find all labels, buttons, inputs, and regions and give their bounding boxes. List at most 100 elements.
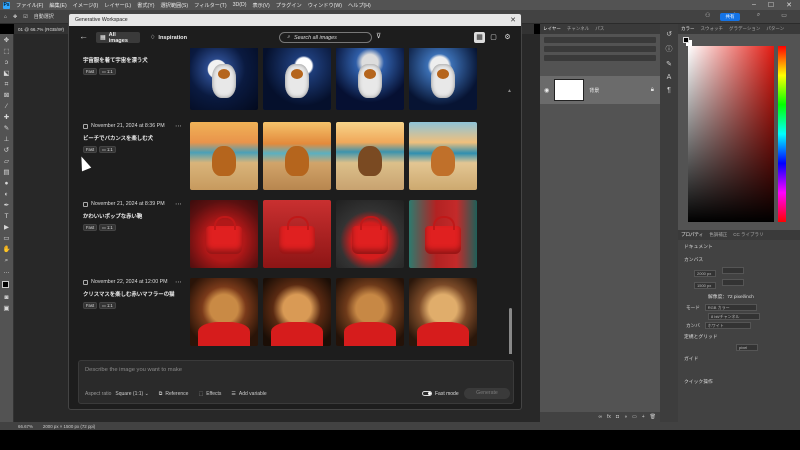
search-app-icon[interactable]: ⌕ (757, 12, 760, 19)
tab-adjustments[interactable]: 色調補正 (709, 232, 727, 238)
color-swatches[interactable] (1, 281, 12, 291)
menu-3d[interactable]: 3D(D) (233, 2, 247, 8)
generated-image[interactable] (190, 122, 258, 190)
crop-icon[interactable]: ⌗ (3, 81, 11, 89)
type-icon[interactable]: T (3, 213, 11, 221)
more-options-icon[interactable]: ⋯ (175, 278, 182, 286)
generated-image[interactable] (336, 48, 404, 110)
prompt-box[interactable]: Describe the image you want to make Aspe… (78, 360, 514, 404)
zoom-level[interactable]: 66.67% (18, 424, 33, 429)
prompt-input[interactable]: Describe the image you want to make (85, 367, 182, 373)
grid-view-icon[interactable]: ▦ (474, 32, 485, 43)
tab-swatches[interactable]: スウォッチ (701, 26, 724, 32)
generated-image[interactable] (190, 278, 258, 346)
canvas-bg-select[interactable]: ホワイト (704, 322, 751, 329)
path-select-icon[interactable]: ▶ (3, 224, 11, 232)
generated-image[interactable] (336, 278, 404, 346)
link-icon[interactable]: ∞ (598, 414, 602, 420)
move-icon[interactable]: ✥ (3, 37, 11, 45)
more-options-icon[interactable]: ⋯ (175, 200, 182, 208)
menu-file[interactable]: ファイル(F) (16, 2, 43, 9)
tab-libraries[interactable]: CC ライブラリ (733, 232, 763, 238)
healing-icon[interactable]: ✚ (3, 114, 11, 122)
mask-icon[interactable]: ◘ (616, 414, 619, 420)
close-window-icon[interactable]: ✕ (786, 1, 792, 9)
gradient-icon[interactable]: ▤ (3, 169, 11, 177)
generated-image[interactable] (336, 122, 404, 190)
generated-image[interactable] (409, 48, 477, 110)
menu-type[interactable]: 書式(Y) (137, 2, 154, 9)
add-variable-button[interactable]: ☰ Add variable (231, 391, 266, 397)
generated-image[interactable] (190, 48, 258, 110)
lasso-icon[interactable]: ↄ (3, 59, 11, 67)
pen-icon[interactable]: ✒ (3, 202, 11, 210)
menu-edit[interactable]: 編集(E) (49, 2, 66, 9)
height-field[interactable]: 1500 px (694, 282, 716, 289)
generated-image[interactable] (409, 122, 477, 190)
tab-layers[interactable]: レイヤー (543, 26, 561, 32)
tab-paths[interactable]: パス (595, 26, 604, 32)
eyedropper-icon[interactable]: ⁄ (3, 103, 11, 111)
layer-filter-row[interactable] (544, 37, 656, 43)
mode-select[interactable]: RGB カラー (704, 304, 757, 311)
tab-channels[interactable]: チャンネル (567, 26, 589, 32)
adjustment-icon[interactable]: ◑ (624, 414, 627, 420)
generated-image[interactable] (336, 200, 404, 268)
generated-image[interactable] (190, 200, 258, 268)
unit-select[interactable]: pixel (736, 344, 758, 351)
x-field[interactable] (721, 267, 744, 274)
zoom-icon[interactable]: ⌕ (3, 257, 11, 265)
generated-image[interactable] (263, 278, 331, 346)
minimize-icon[interactable]: – (752, 1, 756, 9)
select-checkbox[interactable] (83, 201, 88, 207)
color-field[interactable] (688, 46, 774, 222)
workspace-icon[interactable]: ▭ (781, 12, 787, 19)
visibility-eye-icon[interactable]: ◉ (544, 87, 549, 94)
blur-icon[interactable]: ● (3, 180, 11, 188)
info-panel-icon[interactable]: ⓘ (666, 44, 673, 54)
share-people-icon[interactable]: ⚇ (705, 12, 710, 19)
more-options-icon[interactable]: ⋯ (175, 122, 182, 130)
back-arrow-icon[interactable]: ← (79, 31, 88, 41)
auto-select-checkbox-icon[interactable]: ☑ (23, 14, 27, 20)
new-layer-icon[interactable]: + (642, 414, 645, 420)
history-scrollbar[interactable] (509, 308, 512, 354)
guides-section[interactable]: ガイド (678, 352, 800, 365)
blend-mode-row[interactable] (544, 46, 656, 52)
brush-panel-icon[interactable]: ✎ (666, 60, 672, 68)
share-button[interactable]: 共有 (720, 13, 740, 21)
select-checkbox[interactable] (83, 123, 88, 129)
menu-window[interactable]: ウィンドウ(W) (308, 2, 342, 9)
layer-background[interactable]: ◉ 背景 🔒︎ (540, 76, 660, 104)
fx-icon[interactable]: fx (607, 414, 611, 420)
foreground-color[interactable] (1, 281, 9, 288)
dodge-icon[interactable]: ◐ (3, 191, 11, 199)
quick-actions-section[interactable]: クイック操作 (678, 375, 800, 388)
fast-mode-toggle[interactable] (422, 391, 432, 396)
generated-image[interactable] (409, 278, 477, 346)
shape-icon[interactable]: ▭ (3, 235, 11, 243)
tab-inspiration[interactable]: ♢ Inspiration (146, 32, 194, 43)
eraser-icon[interactable]: ▱ (3, 158, 11, 166)
generated-image[interactable] (409, 200, 477, 268)
settings-gear-icon[interactable]: ⚙ (502, 32, 513, 43)
generated-image[interactable] (263, 48, 331, 110)
depth-select[interactable]: 8 bit/チャンネル (708, 313, 760, 320)
hue-slider[interactable] (778, 46, 786, 222)
object-select-icon[interactable]: ⬕ (3, 70, 11, 78)
tab-patterns[interactable]: パターン (766, 26, 784, 32)
menu-view[interactable]: 表示(V) (252, 2, 269, 9)
char-panel-icon[interactable]: A (667, 74, 672, 81)
move-tool-icon[interactable]: ✥ (13, 14, 17, 20)
tab-gradients[interactable]: グラデーション (729, 26, 760, 32)
history-panel-icon[interactable]: ↺ (666, 30, 672, 38)
stamp-icon[interactable]: ⊥ (3, 136, 11, 144)
home-icon[interactable]: ⌂ (4, 14, 7, 20)
reference-button[interactable]: ⧉ Reference (159, 391, 189, 397)
menu-help[interactable]: ヘルプ(H) (348, 2, 371, 9)
select-checkbox[interactable] (83, 279, 88, 285)
close-icon[interactable]: ✕ (510, 16, 516, 24)
y-field[interactable] (721, 279, 744, 286)
generate-button[interactable]: Generate (464, 388, 510, 399)
brush-icon[interactable]: ✎ (3, 125, 11, 133)
